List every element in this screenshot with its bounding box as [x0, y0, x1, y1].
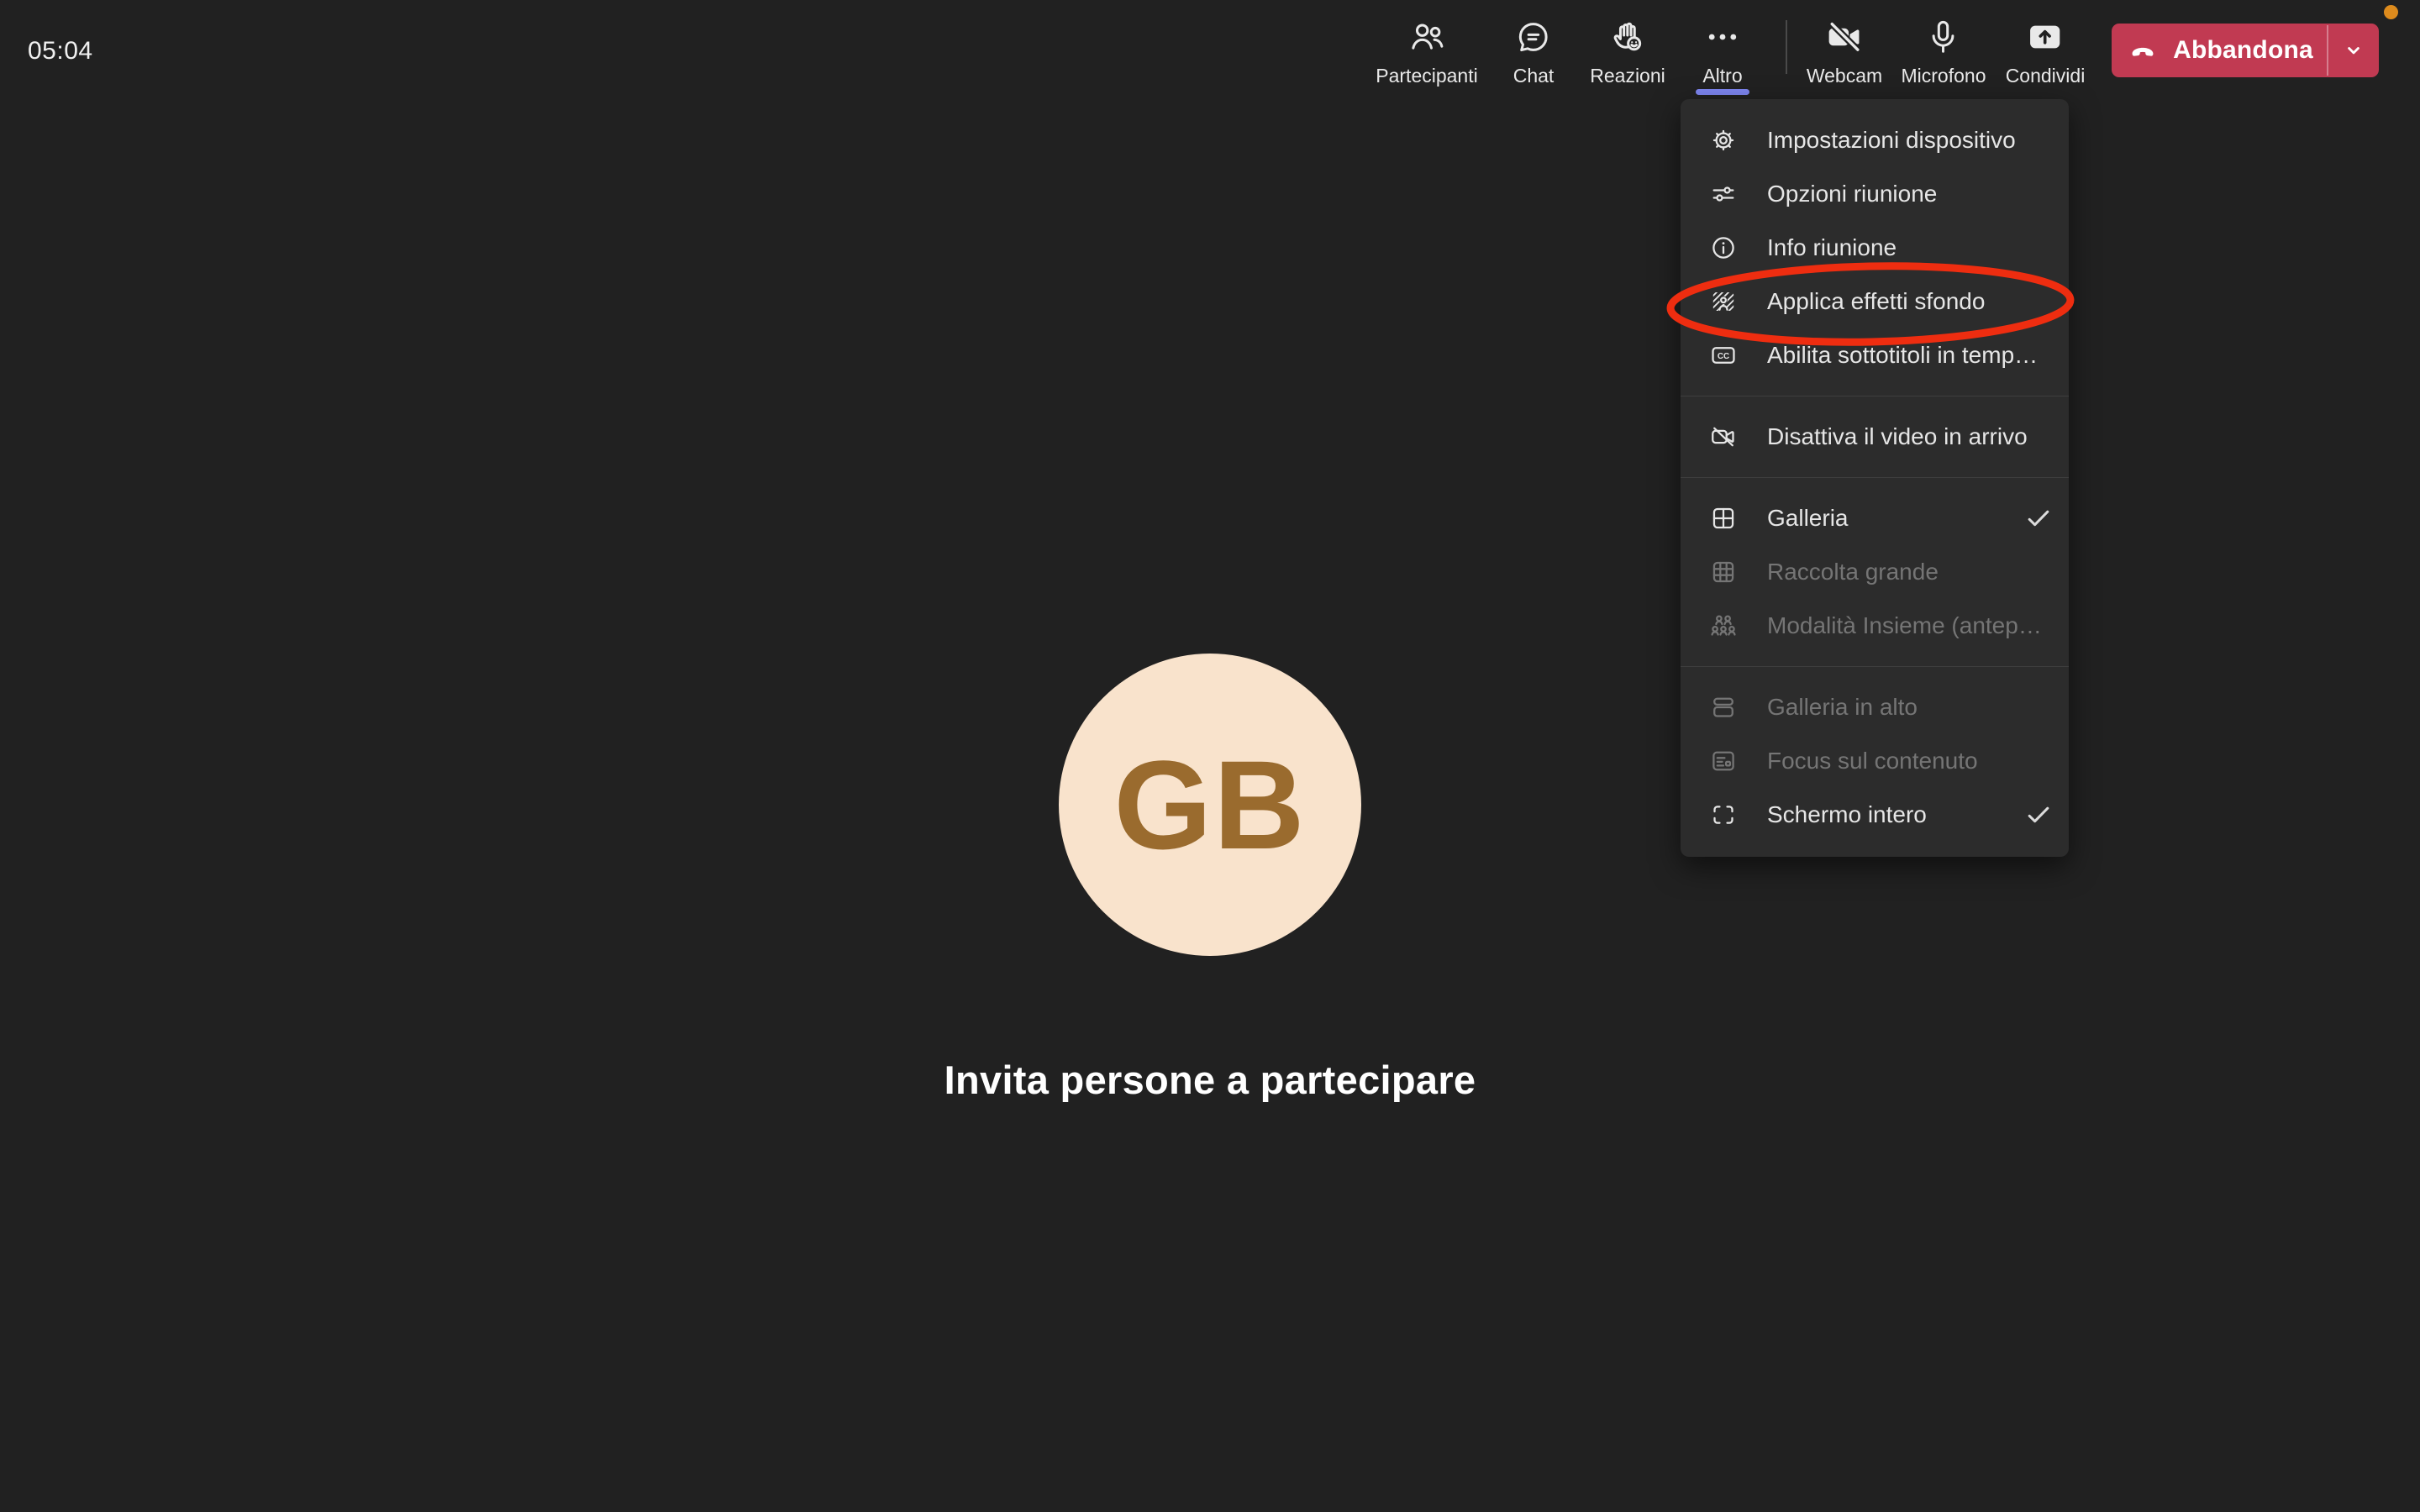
menu-item-galleria[interactable]: Galleria [1681, 491, 2069, 545]
leave-button[interactable]: Abbandona [2112, 24, 2379, 77]
content-focus-icon [1709, 747, 1738, 775]
menu-divider [1681, 477, 2069, 478]
toolbar-reazioni[interactable]: Reazioni [1590, 17, 1665, 87]
toolbar-condividi[interactable]: Condividi [2006, 17, 2086, 87]
toolbar-label: Microfono [1902, 65, 1986, 87]
menu-item-label: Focus sul contenuto [1767, 748, 2054, 774]
menu-item-galleria-in-alto: Galleria in alto [1681, 680, 2069, 734]
webcam-off-icon [1824, 17, 1865, 57]
reactions-icon [1607, 17, 1648, 57]
chat-icon [1513, 17, 1554, 57]
fullscreen-icon [1709, 801, 1738, 829]
menu-item-label: Schermo intero [1767, 801, 2017, 828]
toolbar-label: Reazioni [1590, 65, 1665, 87]
leave-button-main[interactable]: Abbandona [2112, 24, 2327, 77]
meeting-timer: 05:04 [28, 37, 93, 66]
meeting-stage: 05:04 Partecipanti Chat [0, 0, 2420, 1512]
gallery-grid-icon [1709, 504, 1738, 533]
leave-dropdown-button[interactable] [2328, 24, 2379, 77]
menu-item-applica-effetti-sfondo[interactable]: Applica effetti sfondo [1681, 275, 2069, 328]
share-screen-icon [2025, 17, 2065, 57]
leave-button-label: Abbandona [2173, 36, 2313, 65]
menu-item-label: Impostazioni dispositivo [1767, 127, 2054, 154]
chevron-down-icon [2339, 36, 2368, 65]
info-icon [1709, 234, 1738, 262]
menu-divider [1681, 666, 2069, 667]
together-mode-icon [1709, 612, 1738, 640]
toolbar-label: Partecipanti [1376, 65, 1477, 87]
toolbar-webcam[interactable]: Webcam [1807, 17, 1882, 87]
gear-icon [1709, 126, 1738, 155]
menu-item-label: Disattiva il video in arrivo [1767, 423, 2054, 450]
menu-item-disattiva-video-in-arrivo[interactable]: Disattiva il video in arrivo [1681, 410, 2069, 464]
video-off-icon [1709, 423, 1738, 451]
toolbar-label: Chat [1513, 65, 1555, 87]
active-tab-underline [1696, 89, 1749, 95]
menu-item-abilita-sottotitoli[interactable]: CC Abilita sottotitoli in temp… [1681, 328, 2069, 382]
menu-item-modalita-insieme: Modalità Insieme (antep… [1681, 599, 2069, 653]
menu-item-opzioni-riunione[interactable]: Opzioni riunione [1681, 167, 2069, 221]
large-gallery-grid-icon [1709, 558, 1738, 586]
check-icon [2023, 503, 2054, 533]
menu-item-label: Modalità Insieme (antep… [1767, 612, 2054, 639]
toolbar-label: Condividi [2006, 65, 2086, 87]
hang-up-icon [2125, 33, 2160, 68]
altro-menu: Impostazioni dispositivo Opzioni riunion… [1681, 99, 2069, 857]
orange-status-dot [2384, 5, 2398, 19]
toolbar-microfono[interactable]: Microfono [1902, 17, 1986, 87]
menu-item-label: Galleria in alto [1767, 694, 2054, 721]
avatar-initials: GB [1114, 732, 1307, 878]
more-icon [1702, 17, 1743, 57]
menu-item-label: Applica effetti sfondo [1767, 288, 2054, 315]
menu-item-label: Abilita sottotitoli in temp… [1767, 342, 2054, 369]
menu-item-impostazioni-dispositivo[interactable]: Impostazioni dispositivo [1681, 113, 2069, 167]
toolbar-label: Altro [1702, 65, 1742, 87]
top-gallery-icon [1709, 693, 1738, 722]
svg-text:CC: CC [1718, 352, 1729, 361]
toolbar-label: Webcam [1807, 65, 1882, 87]
toolbar-altro[interactable]: Altro [1702, 17, 1743, 87]
menu-item-label: Raccolta grande [1767, 559, 2054, 585]
check-icon [2023, 800, 2054, 830]
sliders-icon [1709, 180, 1738, 208]
avatar: GB [1059, 654, 1361, 956]
invite-text: Invita persone a partecipare [0, 1057, 2420, 1103]
toolbar-divider [1786, 20, 1787, 74]
participants-icon [1407, 17, 1447, 57]
menu-item-label: Opzioni riunione [1767, 181, 2054, 207]
toolbar-chat[interactable]: Chat [1513, 17, 1555, 87]
microphone-icon [1923, 17, 1964, 57]
closed-captions-icon: CC [1709, 341, 1738, 370]
menu-item-label: Info riunione [1767, 234, 2054, 261]
menu-item-focus-sul-contenuto: Focus sul contenuto [1681, 734, 2069, 788]
toolbar-partecipanti[interactable]: Partecipanti [1376, 17, 1477, 87]
menu-item-info-riunione[interactable]: Info riunione [1681, 221, 2069, 275]
menu-item-label: Galleria [1767, 505, 2017, 532]
menu-item-raccolta-grande: Raccolta grande [1681, 545, 2069, 599]
background-effects-icon [1709, 287, 1738, 316]
menu-item-schermo-intero[interactable]: Schermo intero [1681, 788, 2069, 842]
